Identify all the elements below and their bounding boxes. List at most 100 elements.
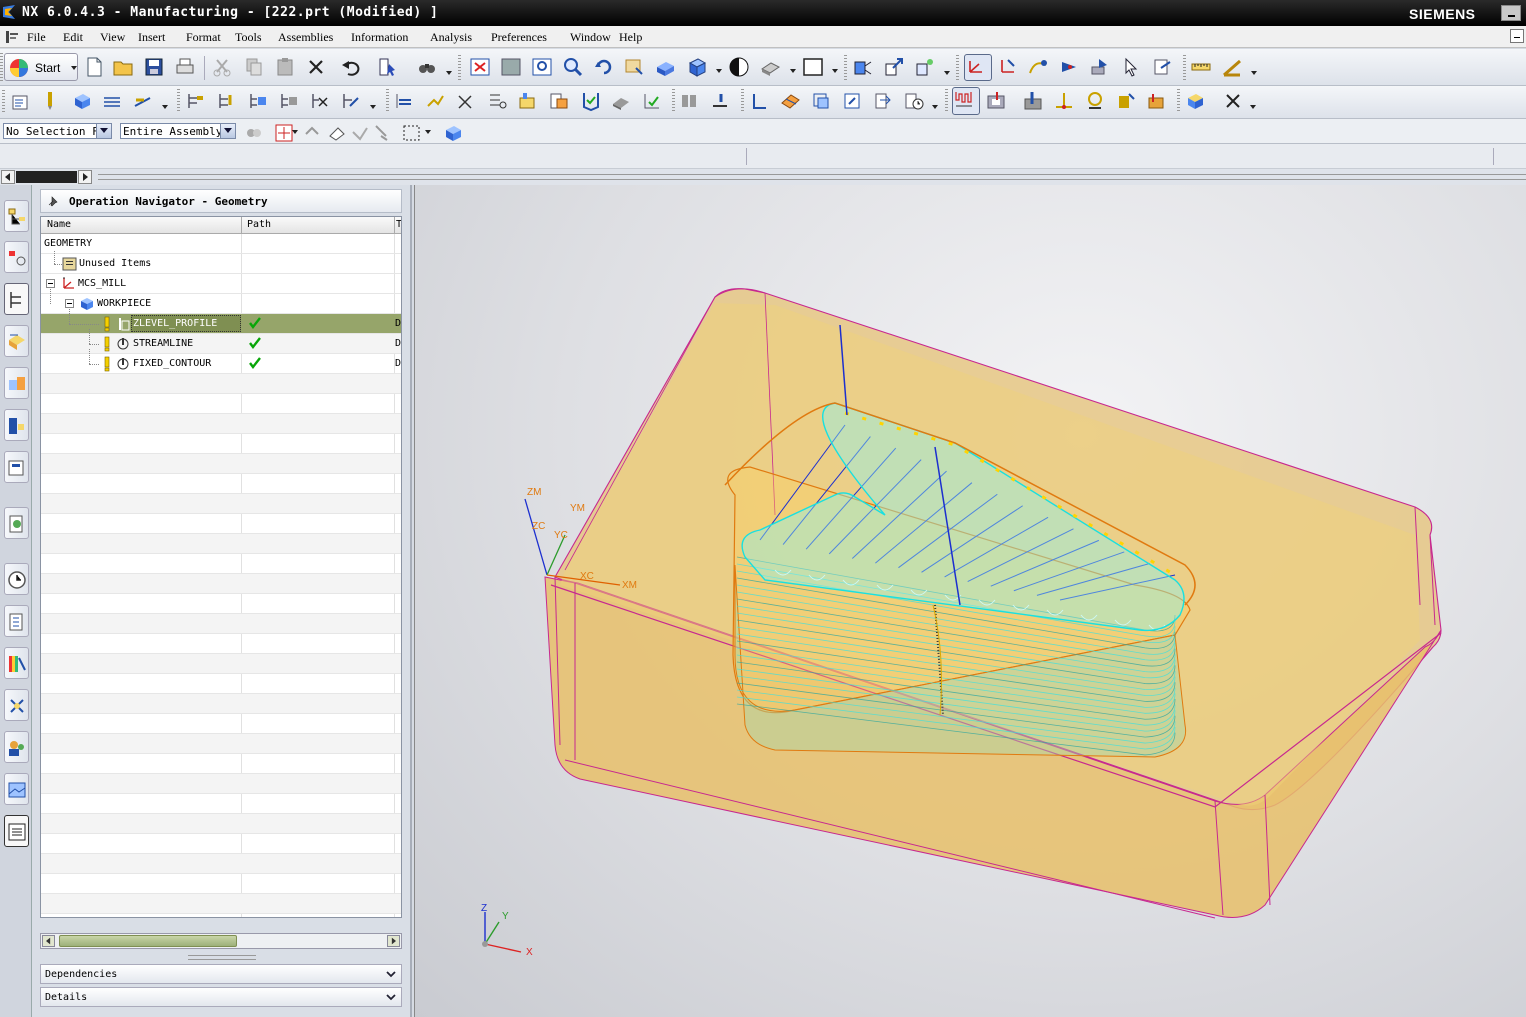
history-tab[interactable]: [4, 563, 29, 595]
chevron-down-icon[interactable]: [162, 105, 168, 109]
chevron-down-icon[interactable]: [1250, 105, 1256, 109]
tree-row-unused-items[interactable]: Unused Items: [41, 251, 401, 274]
visualization-tab[interactable]: [4, 815, 29, 847]
select-icon[interactable]: [1121, 56, 1143, 78]
command-finder-icon[interactable]: [377, 56, 399, 78]
cut-icon[interactable]: [211, 56, 233, 78]
select-body-icon[interactable]: [442, 122, 461, 141]
menu-view[interactable]: View: [100, 30, 125, 45]
program-order-view-icon[interactable]: [185, 90, 207, 112]
transform-icon[interactable]: [851, 56, 873, 78]
list-tool-path-icon[interactable]: [455, 90, 477, 112]
toolbar-grip[interactable]: [741, 89, 744, 113]
background-icon[interactable]: [802, 56, 824, 78]
wcs-icon[interactable]: [964, 54, 992, 81]
geometry-view-icon[interactable]: [247, 90, 269, 112]
open-folder-icon[interactable]: [112, 56, 134, 78]
show-hide-icon[interactable]: [302, 122, 320, 140]
chevron-down-icon[interactable]: [446, 71, 452, 75]
create-program-icon[interactable]: [10, 90, 32, 112]
details-panel[interactable]: Details: [40, 987, 402, 1007]
output-cldata-icon[interactable]: [872, 90, 894, 112]
toolbar-grip[interactable]: [844, 55, 847, 81]
move-object-icon[interactable]: [883, 56, 905, 78]
chevron-down-icon[interactable]: [716, 69, 722, 73]
panel-splitter[interactable]: [188, 955, 256, 960]
menu-help[interactable]: Help: [619, 30, 642, 45]
verify-icon[interactable]: [1058, 56, 1080, 78]
tree-row-fixed-contour[interactable]: FIXED_CONTOUR D: [41, 349, 401, 374]
scroll-right-button[interactable]: [78, 170, 92, 184]
variable-contour-icon[interactable]: [1115, 90, 1137, 112]
rectangle-select-icon[interactable]: [401, 122, 420, 141]
system-scenes-tab[interactable]: [4, 773, 29, 805]
transform-operation-icon[interactable]: [679, 90, 701, 112]
reuse-library-tab[interactable]: [4, 367, 29, 399]
quick-pick-icon[interactable]: [372, 122, 390, 141]
edit-object-icon[interactable]: [309, 90, 331, 112]
chevron-down-icon[interactable]: [1251, 71, 1257, 75]
hd3d-tools-tab[interactable]: [4, 409, 29, 441]
part-navigator-tab[interactable]: [4, 325, 29, 357]
scroll-left-button[interactable]: [1, 170, 15, 184]
print-icon[interactable]: [174, 56, 196, 78]
save-icon[interactable]: [143, 56, 165, 78]
copy-icon[interactable]: [243, 56, 265, 78]
menu-analysis[interactable]: Analysis: [430, 30, 472, 45]
menu-tools[interactable]: Tools: [235, 30, 262, 45]
chevron-down-icon[interactable]: [425, 130, 431, 134]
chevron-down-icon[interactable]: [292, 130, 298, 134]
collapse-toggle[interactable]: [46, 279, 55, 288]
collapse-toggle[interactable]: [65, 299, 74, 308]
pan-icon[interactable]: [623, 56, 645, 78]
view-cube-icon[interactable]: [686, 56, 708, 78]
replay-tool-path-icon[interactable]: [424, 90, 446, 112]
toolbar-grip[interactable]: [2, 90, 5, 114]
operation-navigator-tab[interactable]: [4, 283, 29, 315]
filter-reset-icon[interactable]: [243, 122, 261, 140]
column-name[interactable]: Name: [47, 219, 71, 230]
menu-format[interactable]: Format: [186, 30, 221, 45]
web-browser-tab[interactable]: [4, 451, 29, 483]
column-type[interactable]: T: [396, 219, 401, 230]
orient-wcs-icon[interactable]: [996, 56, 1018, 78]
toolbar-grip[interactable]: [1183, 55, 1186, 81]
menu-window[interactable]: Window: [570, 30, 611, 45]
column-divider[interactable]: [394, 217, 395, 234]
zlevel-profile-icon[interactable]: [1146, 90, 1168, 112]
minimize-button[interactable]: [1501, 5, 1521, 21]
tree-row-mcs-mill[interactable]: MCS_MILL: [41, 274, 401, 294]
horizontal-scrollbar[interactable]: [40, 933, 402, 949]
menu-edit[interactable]: Edit: [63, 30, 83, 45]
measure-angle-icon[interactable]: [1221, 56, 1243, 78]
graphics-window[interactable]: ZM YM ZC YC XC XM Z Y X: [414, 185, 1526, 1017]
toolbar-grip[interactable]: [0, 53, 3, 81]
start-button[interactable]: Start: [4, 53, 78, 81]
render-style-icon[interactable]: [728, 56, 750, 78]
column-path[interactable]: Path: [247, 219, 271, 230]
shop-doc-icon[interactable]: [579, 90, 601, 112]
object-properties-icon[interactable]: [340, 90, 362, 112]
toolbar-grip[interactable]: [945, 89, 948, 113]
zoom-icon[interactable]: [531, 56, 553, 78]
snap-point-icon[interactable]: [273, 122, 293, 142]
edge-display-icon[interactable]: [759, 56, 781, 78]
fixed-contour-icon[interactable]: [1084, 90, 1106, 112]
create-operation-icon[interactable]: [132, 90, 154, 112]
toolbar-grip[interactable]: [458, 55, 461, 81]
machining-method-view-icon[interactable]: [278, 90, 300, 112]
menu-information[interactable]: Information: [351, 30, 408, 45]
resource-bar-tab[interactable]: [16, 171, 77, 183]
verify-tool-path-icon[interactable]: [486, 90, 508, 112]
post-process-op-icon[interactable]: [548, 90, 570, 112]
toolbar-grip[interactable]: [672, 89, 675, 113]
roles-color-tab[interactable]: [4, 647, 29, 679]
app-menu-icon[interactable]: [4, 29, 20, 45]
point-to-point-icon[interactable]: [1053, 90, 1075, 112]
tree-row-workpiece[interactable]: WORKPIECE: [41, 289, 401, 314]
delete-icon[interactable]: [305, 56, 327, 78]
chevron-down-icon[interactable]: [944, 71, 950, 75]
menu-insert[interactable]: Insert: [138, 30, 165, 45]
column-divider[interactable]: [241, 217, 242, 234]
tree-row-streamline[interactable]: STREAMLINE D: [41, 329, 401, 354]
